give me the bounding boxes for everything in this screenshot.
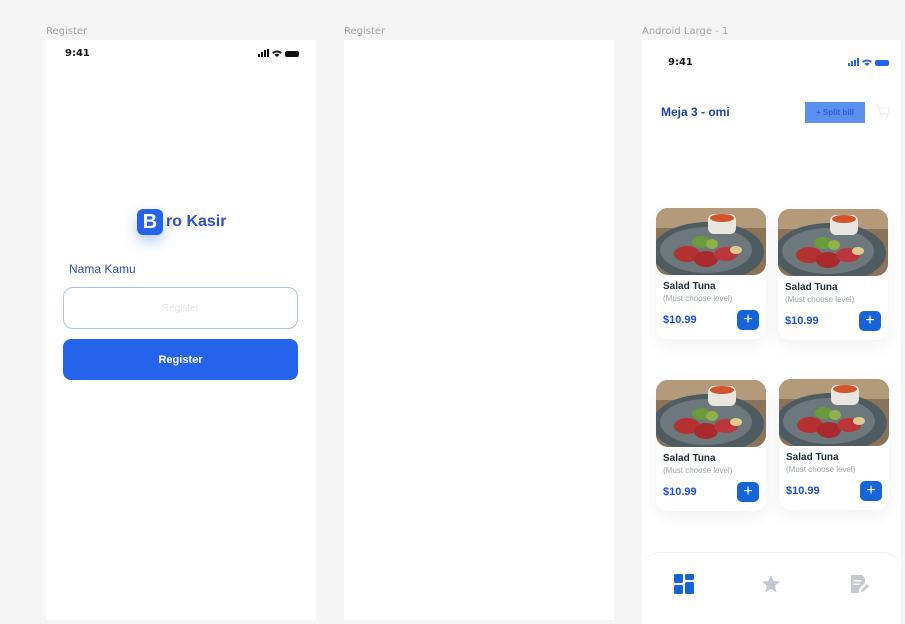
status-time: 9:41 <box>65 48 90 59</box>
item-name: Salad Tuna <box>785 282 838 293</box>
battery-icon <box>285 51 299 57</box>
signal-icon <box>258 49 269 57</box>
item-price: $10.99 <box>785 315 819 327</box>
logo-text: ro Kasir <box>166 213 227 230</box>
app-logo: B ro Kasir <box>137 209 226 235</box>
cart-icon[interactable] <box>875 103 891 119</box>
signal-icon <box>848 58 859 66</box>
status-icons <box>258 49 299 57</box>
edit-note-icon <box>851 575 869 593</box>
item-name: Salad Tuna <box>786 452 839 463</box>
item-name: Salad Tuna <box>663 453 716 464</box>
salad-tuna-image <box>656 208 766 275</box>
nav-home[interactable] <box>673 573 695 595</box>
add-to-cart-button[interactable]: + <box>859 311 881 331</box>
name-input[interactable]: Register <box>63 287 298 329</box>
bottom-navigation <box>642 552 901 624</box>
status-icons <box>848 58 889 66</box>
name-input-placeholder: Register <box>161 302 200 314</box>
page-title: Meja 3 - omi <box>661 105 730 119</box>
wifi-icon <box>272 50 282 57</box>
logo-badge: B <box>137 209 163 235</box>
status-time: 9:41 <box>668 57 693 68</box>
item-subtitle: (Must choose level) <box>786 465 856 474</box>
nav-favorites[interactable] <box>760 573 782 595</box>
menu-item-card[interactable]: Salad Tuna (Must choose level) $10.99 + <box>656 208 766 339</box>
wifi-icon <box>862 59 872 66</box>
item-name: Salad Tuna <box>663 281 716 292</box>
add-to-cart-button[interactable]: + <box>860 481 882 501</box>
item-subtitle: (Must choose level) <box>663 466 733 475</box>
split-bill-button[interactable]: + Split bill <box>805 102 865 123</box>
item-subtitle: (Must choose level) <box>663 294 733 303</box>
menu-item-card[interactable]: Salad Tuna (Must choose level) $10.99 + <box>778 209 888 340</box>
salad-tuna-image <box>778 209 888 276</box>
menu-item-card[interactable]: Salad Tuna (Must choose level) $10.99 + <box>779 379 889 510</box>
name-field-label: Nama Kamu <box>69 262 136 276</box>
item-price: $10.99 <box>663 486 697 498</box>
add-to-cart-button[interactable]: + <box>737 482 759 502</box>
register-screen-blank <box>344 40 614 620</box>
frame-label-register-1: Register <box>46 26 88 37</box>
salad-tuna-image <box>656 380 766 447</box>
item-price: $10.99 <box>663 314 697 326</box>
frame-label-android-large: Android Large - 1 <box>642 26 729 37</box>
register-button[interactable]: Register <box>63 339 298 380</box>
nav-orders[interactable] <box>848 573 870 595</box>
register-screen: 9:41 B ro Kasir Nama Kamu Register Regis… <box>46 40 316 620</box>
grid-icon <box>674 574 694 594</box>
menu-screen: 9:41 Meja 3 - omi + Split bill Salad Tun… <box>642 40 901 624</box>
menu-item-card[interactable]: Salad Tuna (Must choose level) $10.99 + <box>656 380 766 511</box>
battery-icon <box>875 60 889 66</box>
item-price: $10.99 <box>786 485 820 497</box>
add-to-cart-button[interactable]: + <box>737 310 759 330</box>
star-icon <box>762 575 780 593</box>
frame-label-register-2: Register <box>344 26 386 37</box>
item-subtitle: (Must choose level) <box>785 295 855 304</box>
salad-tuna-image <box>779 379 889 446</box>
